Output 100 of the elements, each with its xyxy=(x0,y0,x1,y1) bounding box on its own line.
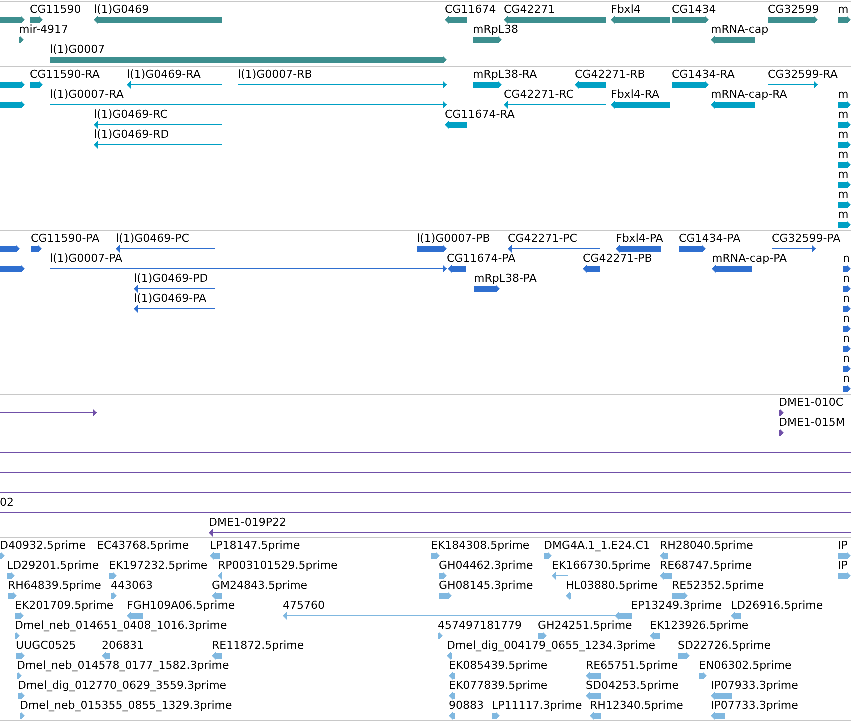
feature-label: l(1)G0007 xyxy=(50,43,106,57)
feature-label: LP18147.5prime xyxy=(210,539,300,553)
feature-label: n xyxy=(843,312,850,326)
feature-label: l(1)G0007-RA xyxy=(50,88,124,102)
feature-label: mRNA-cap-PA xyxy=(712,252,788,266)
feature-label: 90883 xyxy=(449,699,484,713)
feature-label: RH64839.5prime xyxy=(8,579,102,593)
feature-label: CG11590 xyxy=(30,3,82,17)
feature-label: m xyxy=(838,128,849,142)
feature-label: EK201709.5prime xyxy=(15,599,114,613)
feature-label: m xyxy=(838,168,849,182)
feature-label: EK077839.5prime xyxy=(449,679,548,693)
feature-label: IP07733.3prime xyxy=(711,699,798,713)
feature-label: IP xyxy=(838,539,848,553)
feature-label: mRNA-cap xyxy=(711,23,769,37)
feature-label: m xyxy=(838,108,849,122)
feature-label: n xyxy=(843,272,850,286)
feature-label: CG1434-RA xyxy=(672,68,735,82)
feature-label: CG32599-RA xyxy=(768,68,838,82)
feature-label: CG32599 xyxy=(768,3,820,17)
feature-label: CG11590-PA xyxy=(31,232,100,246)
feature-label: EK197232.5prime xyxy=(109,559,208,573)
feature-label: l(1)G0007-PA xyxy=(50,252,123,266)
feature-label: l(1)G0469-PD xyxy=(134,272,208,286)
feature-label: l(1)G0007-RB xyxy=(238,68,312,82)
feature-label: UUGC0525 xyxy=(16,639,76,653)
feature-label: DME1-015M xyxy=(779,416,846,430)
feature-label: DME1-019P22 xyxy=(209,516,287,530)
feature-label: CG11674 xyxy=(445,3,496,17)
feature-label: EC43768.5prime xyxy=(97,539,190,553)
feature-label: EK085439.5prime xyxy=(449,659,548,673)
feature-label: CG11674-RA xyxy=(445,108,515,122)
feature-label: RE52352.5prime xyxy=(672,579,764,593)
feature-label: D40932.5prime xyxy=(0,539,86,553)
feature-label: l(1)G0469-RC xyxy=(94,108,168,122)
feature-label: LD26916.5prime xyxy=(731,599,824,613)
feature-label: l(1)G0469-PC xyxy=(116,232,190,246)
feature-label: CG1434-PA xyxy=(679,232,741,246)
feature-label: mRNA-cap-RA xyxy=(711,88,788,102)
feature-label: l(1)G0469-PA xyxy=(134,292,207,306)
feature-label: GH08145.3prime xyxy=(439,579,534,593)
feature-label: n xyxy=(843,252,850,266)
feature-label: 443063 xyxy=(111,579,153,593)
feature-label: RH28040.5prime xyxy=(660,539,754,553)
feature-label: mRpL38 xyxy=(473,23,518,37)
feature-label: m xyxy=(838,148,849,162)
feature-label: 475760 xyxy=(283,599,325,613)
feature-label: GH04462.3prime xyxy=(439,559,534,573)
feature-label: Fbxl4-PA xyxy=(616,232,664,246)
feature-label: CG1434 xyxy=(672,3,716,17)
feature-label: GM24843.5prime xyxy=(212,579,308,593)
feature-label: EK184308.5prime xyxy=(431,539,530,553)
feature-label: l(1)G0469-RA xyxy=(127,68,201,82)
feature-label: m xyxy=(838,3,849,17)
feature-label: CG42271 xyxy=(504,3,556,17)
feature-label: CG32599-PA xyxy=(772,232,841,246)
feature-label: Dmel_neb_014578_0177_1582.3prime xyxy=(17,659,230,673)
feature-label: EN06302.5prime xyxy=(699,659,792,673)
feature-label: 457497181779 xyxy=(438,619,522,633)
feature-label: FGH109A06.5prime xyxy=(127,599,236,613)
feature-label: mRpL38-PA xyxy=(474,272,537,286)
feature-label: n xyxy=(843,372,850,386)
feature-label: n xyxy=(843,292,850,306)
feature-label: CG42271-RC xyxy=(504,88,574,102)
feature-label: mRpL38-RA xyxy=(473,68,538,82)
feature-label: RE65751.5prime xyxy=(586,659,678,673)
feature-label: LP11117.3prime xyxy=(492,699,582,713)
feature-label: DMG4A.1_1.E24.C1 xyxy=(544,539,650,553)
feature-label: CG11590-RA xyxy=(30,68,100,82)
feature-label: DME1-010C xyxy=(779,396,844,410)
feature-label: l(1)G0469 xyxy=(94,3,150,17)
feature-label: Fbxl4 xyxy=(611,3,641,17)
feature-label: n xyxy=(843,352,850,366)
feature-label: 02 xyxy=(0,496,14,510)
feature-label: Dmel_neb_015355_0855_1329.3prime xyxy=(20,699,232,713)
feature-label: CG42271-RB xyxy=(575,68,646,82)
feature-label: Dmel_neb_014651_0408_1016.3prime xyxy=(15,619,228,633)
feature-label: SD04253.5prime xyxy=(586,679,679,693)
feature-label: HL03880.5prime xyxy=(566,579,658,593)
feature-label: EK166730.5prime xyxy=(552,559,651,573)
feature-label: m xyxy=(838,88,849,102)
feature-label: EP13249.3prime xyxy=(631,599,722,613)
feature-label: EK123926.5prime xyxy=(650,619,749,633)
feature-label: m xyxy=(838,188,849,202)
feature-label: RE68747.5prime xyxy=(660,559,752,573)
feature-label: Dmel_dig_012770_0629_3559.3prime xyxy=(18,679,227,693)
feature-label: LD29201.5prime xyxy=(7,559,100,573)
feature-label: CG11674-PA xyxy=(447,252,516,266)
feature-label: n xyxy=(843,332,850,346)
feature-label: m xyxy=(838,208,849,222)
feature-label: CG42271-PB xyxy=(583,252,652,266)
feature-label: Dmel_dig_004179_0655_1234.3prime xyxy=(447,639,656,653)
feature-label: mir-4917 xyxy=(19,23,69,37)
feature-label: l(1)G0007-PB xyxy=(417,232,490,246)
feature-label: l(1)G0469-RD xyxy=(94,128,170,142)
feature-label: 206831 xyxy=(102,639,144,653)
feature-label: IP07933.3prime xyxy=(711,679,798,693)
feature-label: Fbxl4-RA xyxy=(611,88,660,102)
feature-label: IP xyxy=(838,559,848,573)
feature-label: RP003101529.5prime xyxy=(218,559,338,573)
